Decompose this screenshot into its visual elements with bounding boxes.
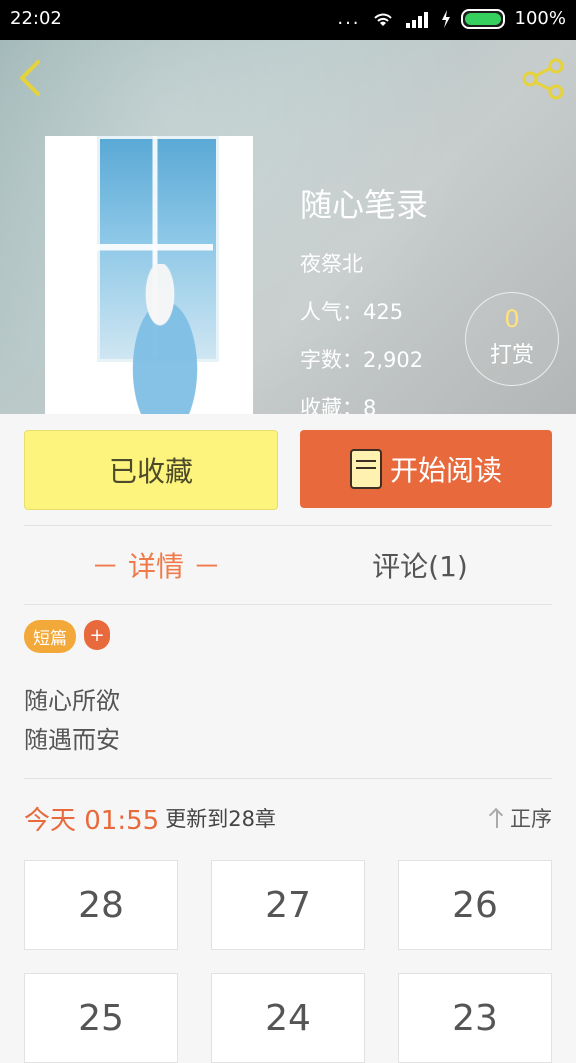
update-info: 今天 01:55 更新到28章 正序 (24, 798, 552, 838)
wifi-icon (373, 13, 392, 26)
start-reading-label: 开始阅读 (389, 454, 502, 487)
start-reading-button[interactable]: 开始阅读 (300, 430, 552, 508)
sort-order-button[interactable]: 正序 (490, 803, 552, 833)
tag-short-story[interactable]: 短篇 (24, 620, 76, 653)
description-line: 随心所欲 (24, 687, 120, 715)
book-info: 随心笔录 夜祭北 人气：425 字数：2,902 收藏：8 (300, 180, 428, 414)
favorited-label: 已收藏 (108, 455, 193, 488)
arrow-up-icon (490, 808, 504, 828)
reward-count: 0 (504, 305, 520, 333)
chapter-cell[interactable]: 24 (211, 973, 365, 1063)
chapter-cell[interactable]: 27 (211, 860, 365, 950)
reward-button[interactable]: 0 打赏 (465, 292, 559, 386)
battery-percent: 100% (514, 8, 566, 29)
chapter-cell[interactable]: 25 (24, 973, 178, 1063)
update-time: 今天 01:55 (24, 805, 160, 836)
status-icons: ... 100% (337, 8, 566, 29)
share-icon[interactable] (520, 56, 566, 102)
tab-comments[interactable]: 评论(1) (288, 526, 552, 604)
battery-icon (460, 8, 505, 29)
book-word-count: 字数：2,902 (300, 348, 424, 372)
update-text: 更新到28章 (165, 807, 276, 831)
divider (24, 778, 552, 779)
status-time: 22:02 (10, 8, 62, 29)
favorited-button[interactable]: 已收藏 (24, 430, 278, 510)
detail-tabs: － 详情 － 评论(1) (24, 526, 552, 604)
tab-details[interactable]: － 详情 － (24, 526, 288, 604)
back-arrow-icon[interactable] (12, 58, 48, 98)
cover-art-figure (115, 264, 215, 414)
notification-dots: ... (337, 8, 361, 29)
book-favorites: 收藏：8 (300, 396, 377, 414)
reward-label: 打赏 (489, 343, 534, 368)
signal-icon (405, 11, 428, 28)
book-header: 随心笔录 夜祭北 人气：425 字数：2,902 收藏：8 0 打赏 (0, 40, 576, 414)
chapter-cell[interactable]: 23 (398, 973, 552, 1063)
book-author[interactable]: 夜祭北 (300, 248, 428, 278)
book-description: 随心所欲 随遇而安 (24, 682, 120, 760)
chapter-cell[interactable]: 28 (24, 860, 178, 950)
divider (24, 604, 552, 605)
add-tag-button[interactable]: + (84, 620, 110, 650)
charging-icon (441, 9, 450, 28)
book-popularity: 人气：425 (300, 300, 404, 324)
description-line: 随遇而安 (24, 726, 120, 754)
chapter-cell[interactable]: 26 (398, 860, 552, 950)
tag-list: 短篇 + (24, 620, 110, 653)
book-icon (349, 449, 382, 489)
book-title: 随心笔录 (300, 186, 429, 224)
book-cover[interactable] (45, 136, 253, 414)
sort-order-label: 正序 (510, 807, 552, 831)
status-bar: 22:02 ... 100% (0, 0, 576, 40)
